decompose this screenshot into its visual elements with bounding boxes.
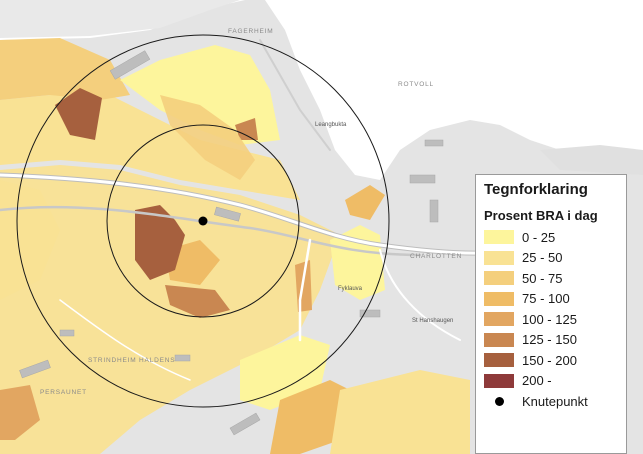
legend-node-label: Knutepunkt: [522, 393, 588, 409]
legend-label: 0 - 25: [522, 229, 556, 245]
legend-label: 25 - 50: [522, 250, 563, 266]
legend-label: 50 - 75: [522, 270, 563, 286]
legend-row: 0 - 25: [484, 227, 626, 248]
legend-swatch: [484, 230, 514, 245]
legend-title: Tegnforklaring: [484, 181, 588, 198]
legend-row: 25 - 50: [484, 248, 626, 269]
legend-row-node: Knutepunkt: [484, 391, 626, 412]
place-label-st-hanshaugen: St Hanshaugen: [412, 318, 453, 324]
legend-swatch: [484, 312, 514, 327]
legend-row: 200 -: [484, 371, 626, 392]
legend-label: 75 - 100: [522, 291, 570, 307]
legend-swatch: [484, 332, 514, 347]
legend-swatch: [484, 271, 514, 286]
legend-swatch: [484, 250, 514, 265]
place-label-fagerheim: FAGERHEIM: [228, 28, 273, 35]
place-label-charlottenlund: CHARLOTTEN: [410, 253, 462, 260]
legend-swatch: [484, 353, 514, 368]
node-point[interactable]: [198, 216, 208, 226]
legend-label: 100 - 125: [522, 311, 577, 327]
place-label-strindheim: STRINDHEIM HALDENS: [88, 357, 175, 364]
place-label-persaunet: PERSAUNET: [40, 389, 87, 396]
legend-label: 125 - 150: [522, 332, 577, 348]
legend-subtitle: Prosent BRA i dag: [484, 208, 598, 223]
place-label-leangbukta: Leangbukta: [315, 122, 347, 128]
legend-swatch: [484, 291, 514, 306]
place-label-rotvoll: ROTVOLL: [398, 81, 434, 88]
legend-node-symbol: [484, 394, 514, 408]
node-dot-icon: [494, 396, 504, 406]
legend-label: 150 - 200: [522, 352, 577, 368]
legend-row: 125 - 150: [484, 330, 626, 351]
legend-row: 100 - 125: [484, 309, 626, 330]
legend-row: 150 - 200: [484, 350, 626, 371]
legend-row: 75 - 100: [484, 289, 626, 310]
legend-label: 200 -: [522, 373, 552, 389]
legend-row: 50 - 75: [484, 268, 626, 289]
legend-swatch: [484, 373, 514, 388]
place-label-fyklauva: Fyklauva: [338, 286, 363, 292]
legend-classes: 0 - 25 25 - 50 50 - 75 75 - 100 100 - 12…: [484, 227, 626, 412]
map-legend: Tegnforklaring Prosent BRA i dag 0 - 25 …: [475, 174, 627, 454]
